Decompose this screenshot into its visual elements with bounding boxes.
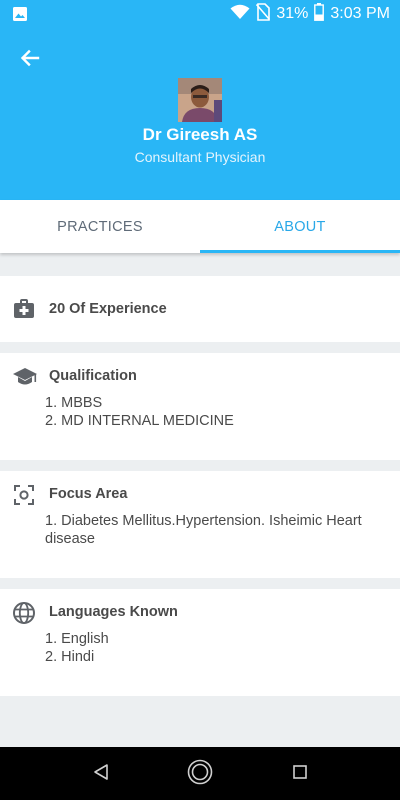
status-bar: 31% 3:03 PM [0,0,400,28]
qualification-list: 1. MBBS 2. MD INTERNAL MEDICINE [45,394,388,430]
nav-home-icon [187,759,213,790]
languages-list: 1. English 2. Hindi [45,630,388,666]
list-item: 1. Diabetes Mellitus.Hypertension. Ishei… [45,513,362,547]
focus-icon [12,483,36,507]
doctor-avatar [178,78,222,122]
nav-recent-icon [292,764,308,785]
languages-title: Languages Known [49,604,178,620]
back-button[interactable] [14,44,46,76]
experience-card: 20 Of Experience [0,276,400,342]
list-item: 2. Hindi [45,649,95,665]
focus-area-card: Focus Area 1. Diabetes Mellitus.Hyperten… [0,471,400,578]
globe-icon [12,601,36,625]
qualification-title: Qualification [49,368,137,384]
doctor-name: Dr Gireesh AS [142,125,258,144]
no-sim-icon [256,2,271,26]
focus-area-list: 1. Diabetes Mellitus.Hypertension. Ishei… [45,512,388,548]
profile-header: Dr Gireesh AS Consultant Physician [0,28,400,200]
list-item: 1. English [45,631,109,647]
experience-text: 20 Of Experience [49,301,167,317]
battery-icon [314,2,325,26]
qualification-card: Qualification 1. MBBS 2. MD INTERNAL MED… [0,353,400,460]
tab-practices[interactable]: PRACTICES [0,200,200,253]
system-nav-bar [0,747,400,800]
image-icon [12,6,28,22]
wifi-icon [230,4,250,25]
graduation-cap-icon [12,365,37,389]
nav-recent-button[interactable] [287,761,313,787]
doctor-title: Consultant Physician [134,149,266,165]
languages-card: Languages Known 1. English 2. Hindi [0,589,400,696]
nav-back-icon [92,763,110,786]
battery-percent: 31% [276,5,309,22]
list-item: 2. MD INTERNAL MEDICINE [45,413,234,429]
medical-kit-icon [12,297,36,321]
focus-area-title: Focus Area [49,486,128,502]
arrow-left-icon [20,48,40,73]
nav-home-button[interactable] [187,759,213,790]
nav-back-button[interactable] [88,761,114,787]
profile-tabs: PRACTICES ABOUT [0,200,400,253]
list-item: 1. MBBS [45,395,103,411]
tab-about[interactable]: ABOUT [200,200,400,253]
status-time: 3:03 PM [330,5,390,22]
